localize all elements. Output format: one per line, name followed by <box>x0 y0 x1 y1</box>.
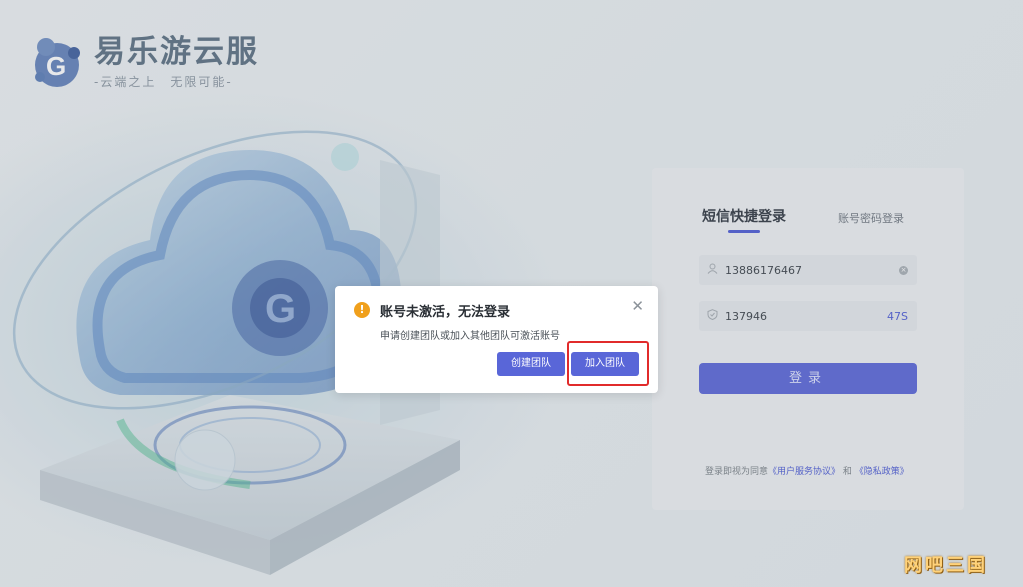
warning-icon: ! <box>354 302 370 318</box>
dialog-message: 申请创建团队或加入其他团队可激活账号 <box>380 331 560 342</box>
dialog-title: 账号未激活，无法登录 <box>380 305 511 320</box>
create-team-button[interactable]: 创建团队 <box>497 352 565 376</box>
watermark: 网吧三国 <box>904 555 988 576</box>
join-team-highlight-box <box>567 341 649 386</box>
close-icon[interactable]: ✕ <box>631 298 644 314</box>
